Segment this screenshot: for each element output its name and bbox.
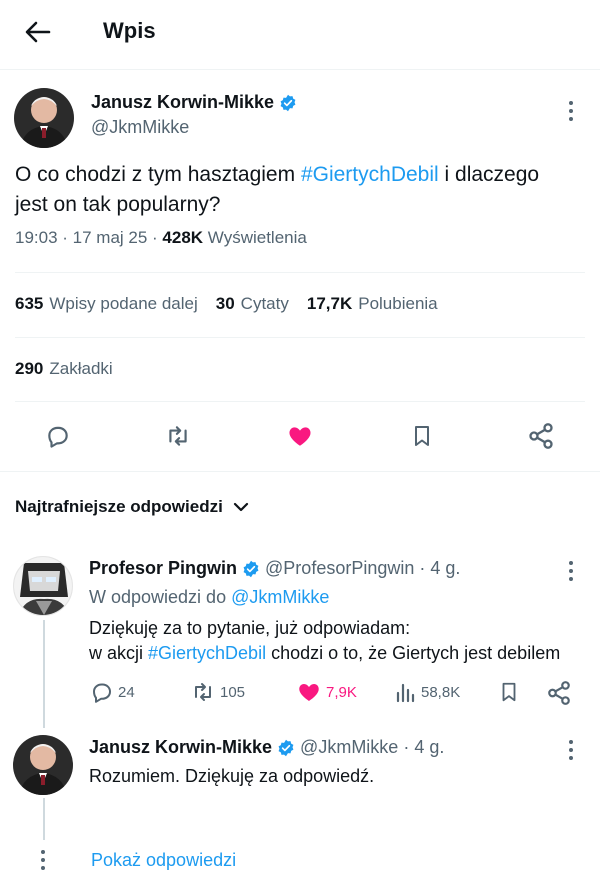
show-replies-link[interactable]: Pokaż odpowiedzi: [91, 850, 236, 871]
divider: [0, 471, 600, 472]
author-avatar[interactable]: [14, 88, 74, 148]
reply-button[interactable]: [40, 418, 76, 454]
arrow-left-icon: [25, 21, 51, 43]
more-options-icon[interactable]: [563, 739, 579, 761]
verified-badge-icon: [243, 560, 259, 577]
hashtag-link[interactable]: #GiertychDebil: [301, 163, 439, 186]
reply-author-name[interactable]: Profesor Pingwin: [89, 558, 237, 579]
more-options-icon[interactable]: [563, 560, 579, 582]
reply-text-line: Dziękuję za to pytanie, już odpowiadam:: [89, 618, 411, 638]
share-button[interactable]: [523, 418, 559, 454]
likes-stat[interactable]: 17,7K Polubienia: [307, 294, 438, 314]
back-button[interactable]: [20, 14, 56, 50]
bookmarks-stat[interactable]: 290 Zakładki: [15, 359, 113, 379]
reposts-stat[interactable]: 635 Wpisy podane dalej: [15, 294, 198, 314]
reply-likes-count: 7,9K: [326, 683, 357, 701]
sort-label: Najtrafniejsze odpowiedzi: [15, 497, 223, 516]
views-label: Wyświetlenia: [207, 228, 307, 247]
heart-filled-icon: [289, 427, 311, 446]
replying-to-handle[interactable]: @JkmMikke: [231, 587, 329, 607]
thread-line: [43, 798, 45, 840]
share-icon: [529, 423, 553, 449]
divider: [15, 401, 585, 402]
reply-share-button[interactable]: [546, 680, 572, 706]
tweet-meta: 19:03 · 17 maj 25 · 428K Wyświetlenia: [15, 228, 307, 248]
reply-author-name[interactable]: Janusz Korwin-Mikke: [89, 737, 272, 758]
repost-icon: [195, 683, 211, 701]
reply-like-button[interactable]: 7,9K: [296, 680, 357, 704]
reply-handle-time[interactable]: @ProfesorPingwin · 4 g.: [265, 558, 460, 579]
divider: [15, 337, 585, 338]
tweet-text-part: O co chodzi z tym hasztagiem: [15, 163, 301, 186]
bookmark-icon: [415, 426, 429, 446]
reply-avatar[interactable]: [13, 556, 73, 616]
verified-badge-icon: [280, 94, 296, 111]
share-icon: [548, 681, 570, 705]
views-chart-icon: [396, 683, 415, 703]
author-name[interactable]: Janusz Korwin-Mikke: [91, 92, 297, 113]
reply-icon: [93, 683, 111, 703]
tweet-timestamp[interactable]: 19:03 · 17 maj 25 ·: [15, 228, 162, 247]
verified-badge-icon: [278, 739, 294, 756]
engagement-stats: 635 Wpisy podane dalej 30 Cytaty 17,7K Polu…: [15, 294, 456, 314]
more-options-icon[interactable]: [563, 100, 579, 122]
bookmarks-stat-row: 290 Zakładki: [15, 359, 131, 379]
replying-to: W odpowiedzi do @JkmMikke: [89, 587, 329, 608]
reply-views-count: 58,8K: [421, 683, 461, 701]
reply-bookmark-button[interactable]: [498, 680, 520, 704]
chevron-down-icon: [233, 502, 248, 512]
reply-text: Rozumiem. Dziękuję za odpowiedź.: [89, 766, 375, 786]
reply-header: Profesor Pingwin @ProfesorPingwin · 4 g.: [89, 558, 460, 579]
reply-text: Dziękuję za to pytanie, już odpowiadam: …: [89, 616, 589, 666]
thread-line: [43, 620, 45, 728]
repost-icon: [169, 426, 187, 446]
like-button[interactable]: [282, 418, 318, 454]
reply-reposts-count: 105: [220, 683, 246, 701]
reply-views-button[interactable]: 58,8K: [395, 680, 460, 704]
reply-avatar[interactable]: [13, 735, 73, 795]
quotes-stat[interactable]: 30 Cytaty: [216, 294, 289, 314]
page-title: Wpis: [103, 18, 156, 43]
replying-to-label: W odpowiedzi do: [89, 587, 232, 607]
header-bar: Wpis: [0, 0, 600, 70]
reply-text-line: w akcji #GiertychDebil chodzi o to, że G…: [89, 643, 561, 663]
thread-dots-icon: [41, 848, 45, 872]
tweet-text: O co chodzi z tym hasztagiem #GiertychDe…: [15, 160, 575, 220]
hashtag-link[interactable]: #GiertychDebil: [148, 643, 266, 663]
heart-filled-icon: [299, 684, 319, 701]
reply-header: Janusz Korwin-Mikke @JkmMikke · 4 g.: [89, 737, 444, 758]
reply-replies-count: 24: [118, 683, 135, 701]
divider: [15, 272, 585, 273]
author-handle[interactable]: @JkmMikke: [91, 117, 189, 138]
reply-handle-time[interactable]: @JkmMikke · 4 g.: [300, 737, 444, 758]
reply-repost-button[interactable]: 105: [190, 680, 245, 704]
reply-icon: [48, 426, 68, 448]
reply-replies-button[interactable]: 24: [90, 680, 135, 704]
bookmark-button[interactable]: [404, 418, 440, 454]
author-name-text: Janusz Korwin-Mikke: [91, 92, 275, 112]
views-count: 428K: [162, 228, 204, 247]
bookmark-icon: [502, 682, 516, 702]
repost-button[interactable]: [160, 418, 196, 454]
sort-replies-dropdown[interactable]: Najtrafniejsze odpowiedzi: [15, 497, 249, 517]
